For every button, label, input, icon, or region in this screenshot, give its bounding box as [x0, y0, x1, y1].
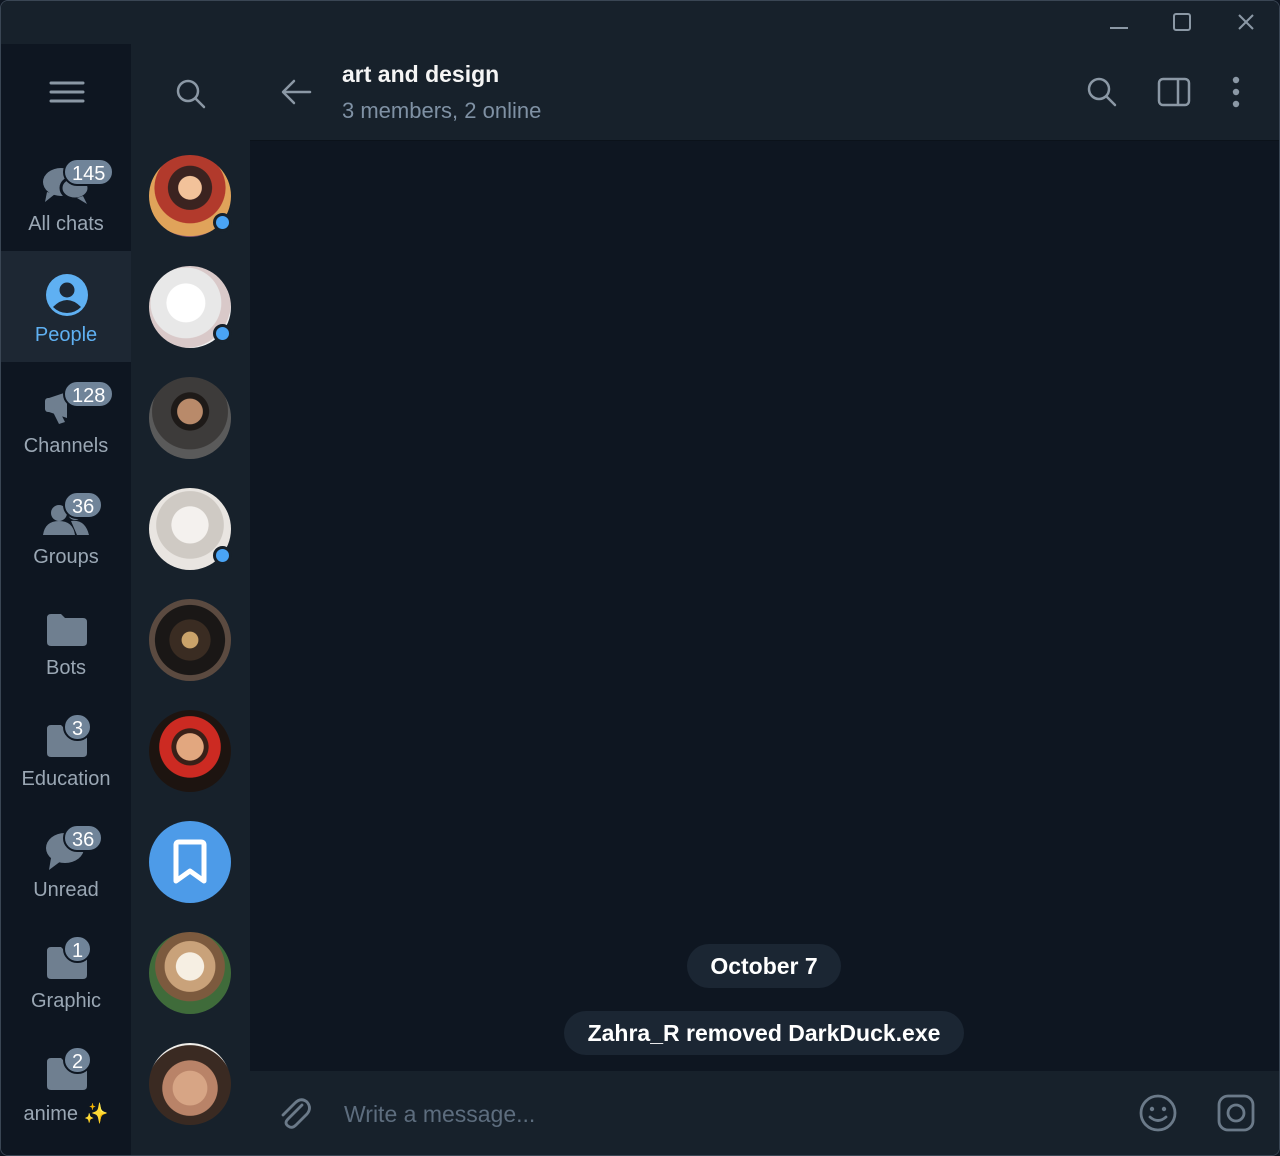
chat-title[interactable]: art and design — [342, 61, 499, 88]
message-input[interactable] — [342, 1093, 1106, 1135]
chat-avatar[interactable] — [149, 377, 231, 459]
chat-header: art and design 3 members, 2 online — [250, 44, 1279, 141]
sidebar-toggle-icon[interactable] — [1156, 74, 1192, 110]
paperclip-icon[interactable] — [274, 1093, 314, 1133]
video-message-icon[interactable] — [1214, 1091, 1258, 1135]
back-arrow-icon[interactable] — [278, 74, 314, 110]
folder-label: People — [34, 324, 98, 346]
service-message: Zahra_R removed DarkDuck.exe — [564, 1011, 964, 1055]
folder-bots[interactable]: Bots — [1, 584, 131, 695]
chat-member-status: 3 members, 2 online — [342, 98, 542, 123]
folder-label: All chats — [28, 213, 104, 235]
online-indicator — [213, 213, 232, 232]
chat-avatar[interactable] — [149, 710, 231, 792]
folder-label: Education — [21, 768, 111, 790]
folder-badge: 36 — [63, 824, 104, 852]
message-composer — [250, 1071, 1279, 1155]
date-separator: October 7 — [687, 944, 841, 988]
message-area: October 7 Zahra_R removed DarkDuck.exe — [250, 141, 1279, 1071]
chat-avatar[interactable] — [149, 488, 232, 570]
folder-rail: 145 All chats People 128 Channels 36 Gro… — [1, 44, 131, 1155]
folder-label: Unread — [33, 879, 99, 901]
maximize-icon[interactable] — [1167, 7, 1197, 37]
chat-avatar[interactable] — [149, 266, 232, 348]
folder-education[interactable]: 3 Education — [1, 695, 131, 806]
chat-avatar[interactable] — [149, 1043, 231, 1125]
folder-icon — [47, 614, 87, 646]
folder-label: Graphic — [30, 990, 102, 1012]
folder-label: Bots — [45, 657, 87, 679]
online-indicator — [213, 546, 232, 565]
folder-all-chats[interactable]: 145 All chats — [1, 140, 131, 251]
saved-messages-avatar[interactable] — [149, 821, 231, 903]
chat-list — [131, 44, 250, 1155]
bookmark-icon — [173, 839, 207, 884]
folder-label: Groups — [33, 546, 99, 568]
search-icon[interactable] — [1084, 74, 1120, 110]
person-icon — [46, 274, 88, 316]
folder-badge: 36 — [63, 491, 104, 519]
chat-avatar[interactable] — [149, 155, 232, 237]
folder-people[interactable]: People — [1, 251, 131, 362]
folder-badge: 145 — [63, 158, 115, 186]
folder-anime[interactable]: 2 anime ✨ — [1, 1028, 131, 1139]
search-icon[interactable] — [173, 76, 209, 112]
hamburger-menu-icon[interactable] — [47, 78, 87, 108]
folder-groups[interactable]: 36 Groups — [1, 473, 131, 584]
title-bar — [1, 1, 1279, 44]
emoji-icon[interactable] — [1136, 1091, 1180, 1135]
more-vertical-icon[interactable] — [1218, 74, 1254, 110]
close-icon[interactable] — [1231, 7, 1261, 37]
folder-badge: 128 — [63, 380, 115, 408]
folder-badge: 3 — [63, 713, 93, 741]
telegram-window: 145 All chats People 128 Channels 36 Gro… — [0, 0, 1280, 1156]
folder-label: Channels — [23, 435, 109, 457]
folder-channels[interactable]: 128 Channels — [1, 362, 131, 473]
folder-badge: 2 — [63, 1046, 93, 1074]
folder-badge: 1 — [63, 935, 93, 963]
chat-avatar[interactable] — [149, 599, 231, 681]
chat-avatar[interactable] — [149, 932, 231, 1014]
folder-unread[interactable]: 36 Unread — [1, 806, 131, 917]
minimize-icon[interactable] — [1103, 7, 1133, 37]
folder-graphic[interactable]: 1 Graphic — [1, 917, 131, 1028]
online-indicator — [213, 324, 232, 343]
folder-label: anime ✨ — [23, 1103, 109, 1125]
